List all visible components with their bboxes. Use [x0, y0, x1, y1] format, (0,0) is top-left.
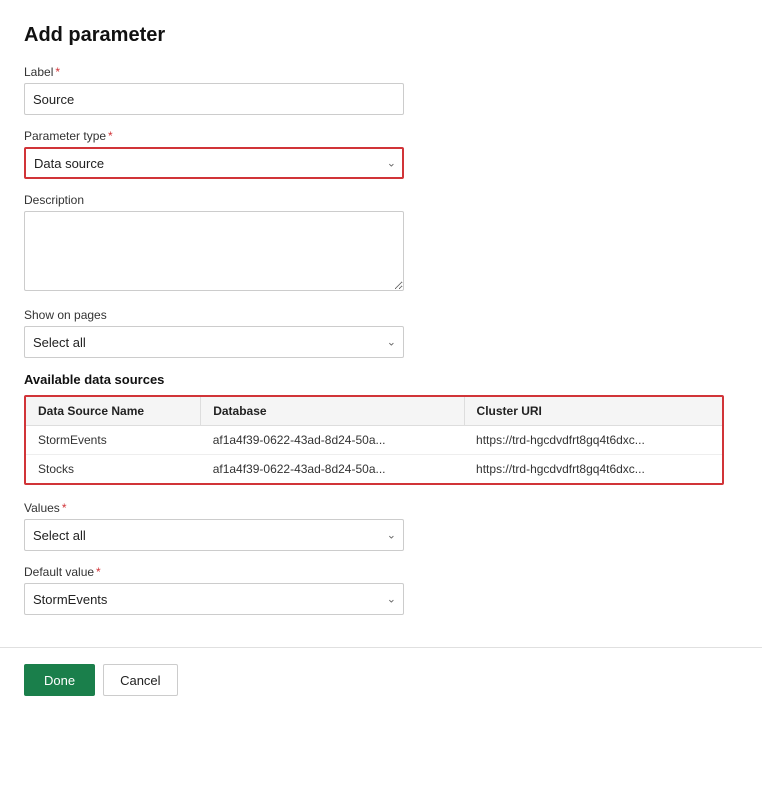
- required-star-type: *: [108, 129, 113, 143]
- show-on-pages-select[interactable]: Select all: [24, 326, 404, 358]
- default-value-wrapper: StormEvents ⌄: [24, 583, 404, 615]
- required-star-values: *: [62, 501, 67, 515]
- row-name: StormEvents: [26, 426, 201, 455]
- values-label: Values*: [24, 501, 736, 515]
- required-star: *: [55, 65, 60, 79]
- values-select[interactable]: Select all: [24, 519, 404, 551]
- table-row[interactable]: Stocks af1a4f39-0622-43ad-8d24-50a... ht…: [26, 455, 722, 484]
- row-database: af1a4f39-0622-43ad-8d24-50a...: [201, 426, 464, 455]
- parameter-type-wrapper: Data source ⌄: [24, 147, 404, 179]
- parameter-type-label: Parameter type*: [24, 129, 736, 143]
- footer-bar: Done Cancel: [0, 647, 762, 712]
- label-field-label: Label*: [24, 65, 736, 79]
- row-database: af1a4f39-0622-43ad-8d24-50a...: [201, 455, 464, 484]
- values-group: Values* Select all ⌄: [24, 501, 736, 551]
- required-star-default: *: [96, 565, 101, 579]
- col-header-cluster-uri: Cluster URI: [464, 397, 722, 426]
- available-data-sources-group: Available data sources Data Source Name …: [24, 372, 736, 485]
- done-button[interactable]: Done: [24, 664, 95, 696]
- default-value-label: Default value*: [24, 565, 736, 579]
- col-header-database: Database: [201, 397, 464, 426]
- parameter-type-select[interactable]: Data source: [24, 147, 404, 179]
- description-textarea[interactable]: [24, 211, 404, 291]
- row-name: Stocks: [26, 455, 201, 484]
- label-input[interactable]: [24, 83, 404, 115]
- label-group: Label*: [24, 65, 736, 115]
- show-on-pages-label: Show on pages: [24, 308, 736, 322]
- data-sources-table: Data Source Name Database Cluster URI St…: [26, 397, 722, 483]
- default-value-select[interactable]: StormEvents: [24, 583, 404, 615]
- show-on-pages-wrapper: Select all ⌄: [24, 326, 404, 358]
- available-data-sources-label: Available data sources: [24, 372, 736, 387]
- cancel-button[interactable]: Cancel: [103, 664, 177, 696]
- default-value-group: Default value* StormEvents ⌄: [24, 565, 736, 615]
- row-cluster-uri: https://trd-hgcdvdfrt8gq4t6dxc...: [464, 455, 722, 484]
- row-cluster-uri: https://trd-hgcdvdfrt8gq4t6dxc...: [464, 426, 722, 455]
- table-row[interactable]: StormEvents af1a4f39-0622-43ad-8d24-50a.…: [26, 426, 722, 455]
- col-header-name: Data Source Name: [26, 397, 201, 426]
- description-group: Description: [24, 193, 736, 294]
- values-wrapper: Select all ⌄: [24, 519, 404, 551]
- parameter-type-group: Parameter type* Data source ⌄: [24, 129, 736, 179]
- description-label: Description: [24, 193, 736, 207]
- data-table-wrapper: Data Source Name Database Cluster URI St…: [24, 395, 724, 485]
- page-title: Add parameter: [24, 24, 736, 47]
- show-on-pages-group: Show on pages Select all ⌄: [24, 308, 736, 358]
